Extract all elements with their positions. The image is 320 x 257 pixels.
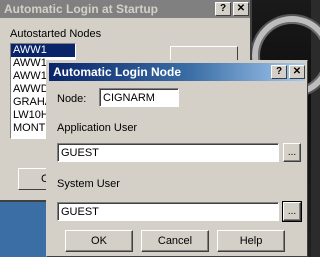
dialog-title: Automatic Login Node: [53, 65, 181, 79]
cancel-button[interactable]: Cancel: [141, 230, 209, 252]
system-user-field[interactable]: [57, 202, 279, 221]
ok-button[interactable]: OK: [65, 230, 133, 252]
autostart-close-button[interactable]: ✕: [233, 2, 249, 16]
dialog-help-button[interactable]: ?: [271, 65, 287, 79]
system-user-browse-button[interactable]: ...: [282, 201, 302, 222]
system-user-label: System User: [57, 178, 120, 190]
node-label: Node:: [57, 93, 87, 105]
node-field[interactable]: [99, 88, 179, 107]
help-button[interactable]: Help: [217, 230, 285, 252]
automatic-login-node-dialog: Automatic Login Node ? ✕ Node: Applicati…: [46, 60, 308, 257]
dialog-close-button[interactable]: ✕: [289, 65, 305, 79]
autostart-help-button[interactable]: ?: [215, 2, 231, 16]
list-item[interactable]: AWW1: [11, 44, 75, 57]
autostart-window-titlebar[interactable]: Automatic Login at Startup: [0, 0, 250, 18]
desktop-area: [0, 200, 50, 257]
dialog-titlebar[interactable]: Automatic Login Node: [49, 63, 305, 81]
autostarted-nodes-label: Autostarted Nodes: [10, 28, 102, 40]
application-user-browse-button[interactable]: ...: [283, 143, 301, 162]
application-user-label: Application User: [57, 122, 138, 134]
application-user-field[interactable]: [57, 143, 279, 162]
autostart-window-title: Automatic Login at Startup: [4, 2, 158, 16]
